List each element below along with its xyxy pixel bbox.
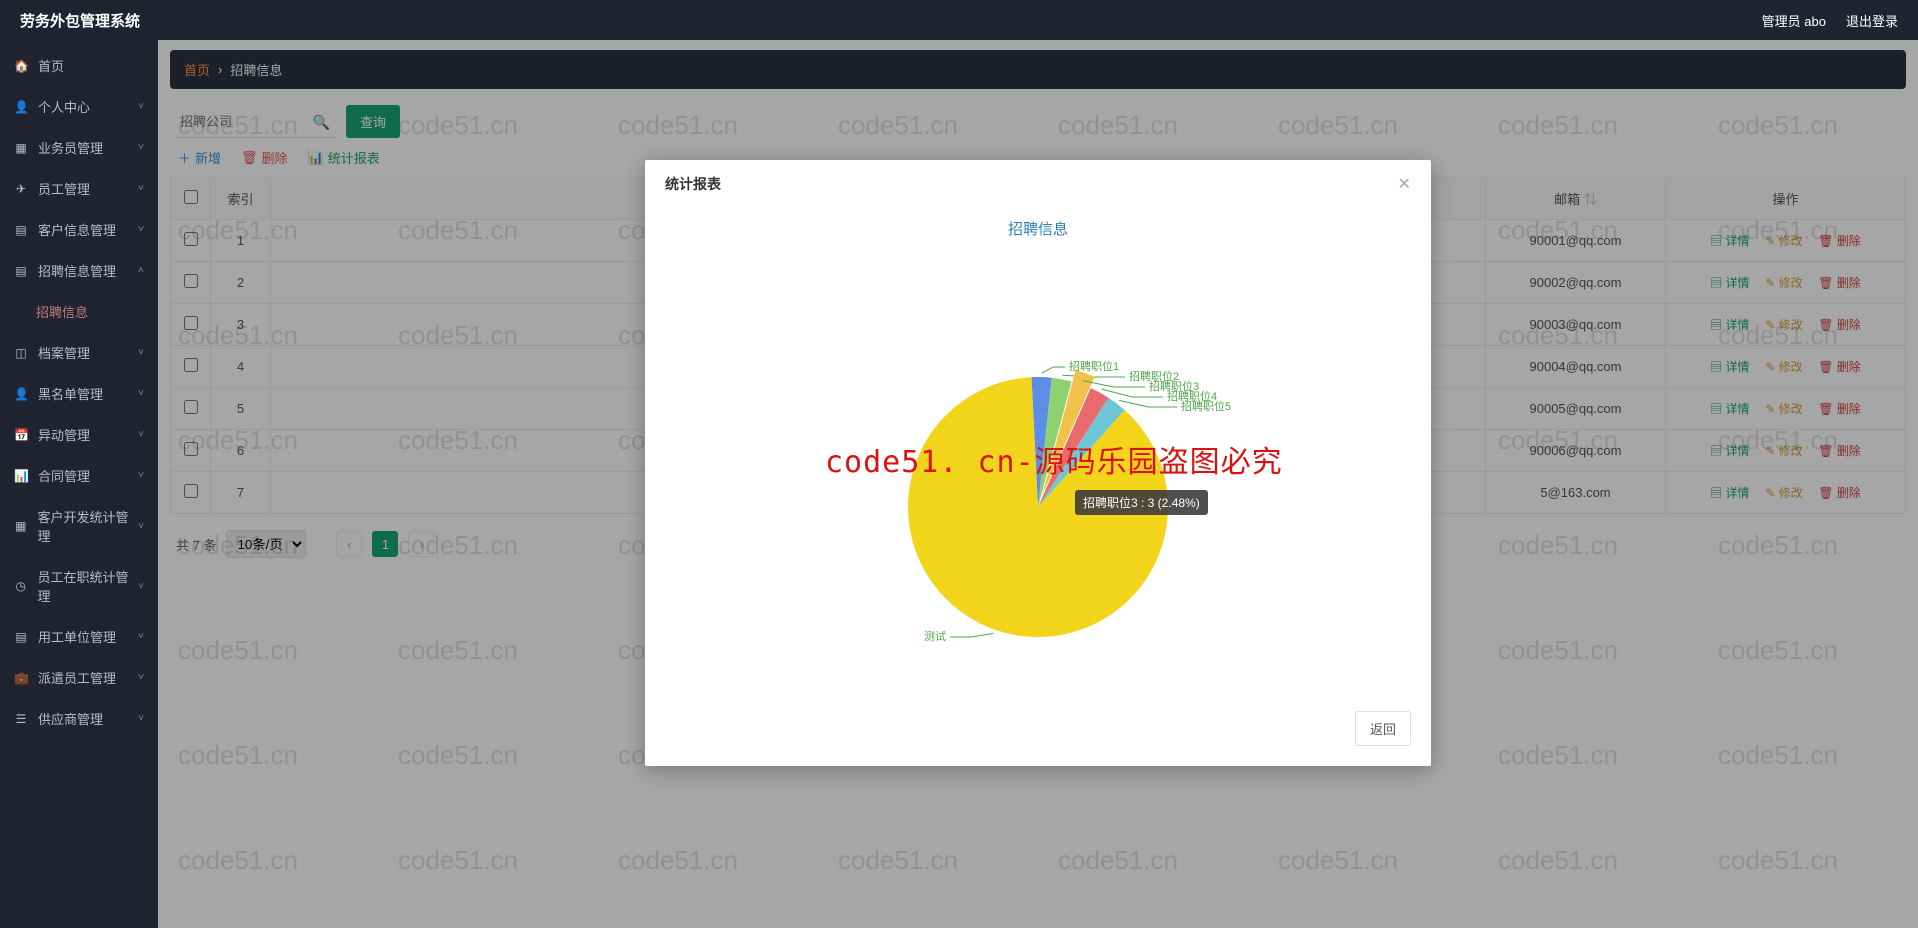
doc-icon: ▤ xyxy=(14,223,28,237)
sidebar-item-label: 个人中心 xyxy=(38,97,90,116)
chevron-down-icon: ˅ xyxy=(138,631,144,642)
sidebar-item-12[interactable]: ◷ 员工在职统计管理˅ xyxy=(0,556,158,616)
stats-modal: 统计报表 ✕ 招聘信息 招聘职位1招聘职位2招聘职位3招聘职位4招聘职位5测试 … xyxy=(645,160,1431,766)
home-icon: 🏠 xyxy=(14,59,28,73)
close-icon[interactable]: ✕ xyxy=(1398,174,1411,194)
grid-icon: ▦ xyxy=(14,141,28,155)
chevron-down-icon: ˅ xyxy=(138,672,144,683)
chevron-down-icon: ˅ xyxy=(138,581,144,592)
sidebar-item-label: 员工管理 xyxy=(38,179,90,198)
sidebar-item-4[interactable]: ▤ 客户信息管理 ˅ xyxy=(0,209,158,250)
sidebar-item-5[interactable]: ▤ 招聘信息管理 ˄ xyxy=(0,250,158,291)
chevron-down-icon: ˅ xyxy=(138,183,144,194)
sidebar-item-label: 档案管理 xyxy=(38,343,90,362)
logout-link[interactable]: 退出登录 xyxy=(1846,11,1898,30)
sidebar-item-13[interactable]: ▤ 用工单位管理 ˅ xyxy=(0,616,158,657)
pie-chart: 招聘职位1招聘职位2招聘职位3招聘职位4招聘职位5测试 招聘职位3 : 3 (2… xyxy=(665,247,1411,677)
sidebar-item-label: 合同管理 xyxy=(38,466,90,485)
sidebar-item-label: 派遣员工管理 xyxy=(38,668,116,687)
chart-tooltip: 招聘职位3 : 3 (2.48%) xyxy=(1075,490,1208,515)
sidebar-item-label: 客户信息管理 xyxy=(38,220,116,239)
sidebar-item-1[interactable]: 👤 个人中心 ˅ xyxy=(0,86,158,127)
modal-title: 统计报表 xyxy=(665,174,721,194)
modal-overlay[interactable]: 统计报表 ✕ 招聘信息 招聘职位1招聘职位2招聘职位3招聘职位4招聘职位5测试 … xyxy=(158,40,1918,928)
sidebar-item-0[interactable]: 🏠 首页 xyxy=(0,45,158,86)
sidebar-item-9[interactable]: 📅 异动管理 ˅ xyxy=(0,414,158,455)
pie-label-5: 测试 xyxy=(924,630,946,643)
chevron-down-icon: ˅ xyxy=(138,521,144,532)
sidebar-item-label: 供应商管理 xyxy=(38,709,103,728)
chevron-down-icon: ˅ xyxy=(138,101,144,112)
sidebar-item-7[interactable]: ◫ 档案管理 ˅ xyxy=(0,332,158,373)
clock-icon: ◷ xyxy=(14,579,28,593)
main: 首页 › 招聘信息 🔍 查询 ＋新增 🗑删除 📊统计报表 索引 xyxy=(158,40,1918,928)
sidebar-item-label: 员工在职统计管理 xyxy=(38,567,139,605)
chevron-down-icon: ˅ xyxy=(138,713,144,724)
sidebar-item-label: 客户开发统计管理 xyxy=(38,507,139,545)
chevron-down-icon: ˅ xyxy=(138,142,144,153)
sidebar-item-11[interactable]: ▦ 客户开发统计管理˅ xyxy=(0,496,158,556)
chevron-down-icon: ˅ xyxy=(138,224,144,235)
chart-icon: 📊 xyxy=(14,469,28,483)
sidebar-item-label: 招聘信息 xyxy=(36,302,88,321)
user-label[interactable]: 管理员 abo xyxy=(1762,11,1826,30)
sidebar-item-label: 业务员管理 xyxy=(38,138,103,157)
sidebar-item-label: 招聘信息管理 xyxy=(38,261,116,280)
case-icon: 💼 xyxy=(14,671,28,685)
doc-icon: ▤ xyxy=(14,264,28,278)
pie-label-4: 招聘职位5 xyxy=(1181,399,1231,413)
box-icon: ◫ xyxy=(14,346,28,360)
sidebar-item-label: 首页 xyxy=(38,56,64,75)
app-title: 劳务外包管理系统 xyxy=(20,10,140,31)
sidebar-item-15[interactable]: ☰ 供应商管理 ˅ xyxy=(0,698,158,739)
back-button[interactable]: 返回 xyxy=(1355,711,1411,746)
chevron-down-icon: ˅ xyxy=(138,470,144,481)
chevron-down-icon: ˅ xyxy=(138,388,144,399)
sidebar-item-2[interactable]: ▦ 业务员管理 ˅ xyxy=(0,127,158,168)
topbar: 劳务外包管理系统 管理员 abo 退出登录 xyxy=(0,0,1918,40)
sidebar: 🏠 首页 👤 个人中心 ˅ ▦ 业务员管理 ˅ ✈ 员工管理 ˅ ▤ 客户信息管理 ˅ ▤ 招聘信息管理 ˄ 招聘… xyxy=(0,40,158,928)
chevron-down-icon: ˅ xyxy=(138,429,144,440)
sidebar-item-label: 异动管理 xyxy=(38,425,90,444)
user-icon: 👤 xyxy=(14,100,28,114)
chevron-down-icon: ˅ xyxy=(138,347,144,358)
adj-icon: ☰ xyxy=(14,712,28,726)
cal-icon: 📅 xyxy=(14,428,28,442)
doc-icon: ▤ xyxy=(14,630,28,644)
sidebar-item-label: 黑名单管理 xyxy=(38,384,103,403)
sidebar-item-8[interactable]: 👤 黑名单管理 ˅ xyxy=(0,373,158,414)
sidebar-item-3[interactable]: ✈ 员工管理 ˅ xyxy=(0,168,158,209)
chevron-up-icon: ˄ xyxy=(138,265,144,276)
sidebar-item-14[interactable]: 💼 派遣员工管理 ˅ xyxy=(0,657,158,698)
sidebar-item-6[interactable]: 招聘信息 xyxy=(0,291,158,332)
send-icon: ✈ xyxy=(14,182,28,196)
chart-title: 招聘信息 xyxy=(665,218,1411,239)
sidebar-item-10[interactable]: 📊 合同管理 ˅ xyxy=(0,455,158,496)
user-icon: 👤 xyxy=(14,387,28,401)
grid-icon: ▦ xyxy=(14,519,28,533)
sidebar-item-label: 用工单位管理 xyxy=(38,627,116,646)
